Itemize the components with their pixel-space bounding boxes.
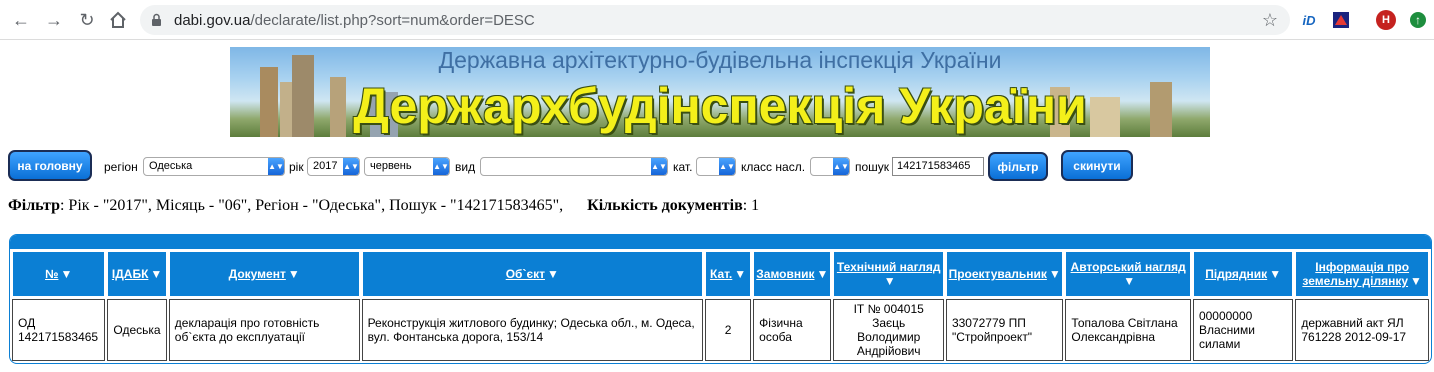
select-arrows-icon: ▲▼	[268, 158, 284, 175]
filter-summary: Фільтр: Рік - "2017", Місяць - "06", Рег…	[8, 197, 759, 215]
filter-summary-label: Фільтр	[8, 197, 60, 214]
type-label: вид	[455, 160, 476, 174]
extension-id-icon[interactable]: iD	[1299, 10, 1319, 30]
class-label: класс насл.	[741, 160, 806, 174]
sort-arrow-icon[interactable]: ▼	[817, 267, 829, 281]
region-select[interactable]: Одеська ▲▼	[143, 157, 285, 176]
sort-arrow-icon[interactable]: ▼	[1269, 267, 1281, 281]
update-icon[interactable]: ↑	[1410, 12, 1426, 28]
sort-arrow-icon[interactable]: ▼	[1410, 274, 1422, 288]
sort-arrow-icon[interactable]: ▼	[734, 267, 746, 281]
banner-title: Держархбудінспекція України	[353, 78, 1087, 134]
type-select[interactable]: ▲▼	[480, 157, 668, 176]
sort-arrow-icon[interactable]: ▼	[884, 274, 896, 288]
profile-avatar[interactable]: H	[1376, 10, 1396, 30]
bookmark-star-icon[interactable]: ☆	[1262, 10, 1278, 31]
lock-icon	[151, 13, 162, 30]
column-header-category[interactable]: Кат. ▼	[704, 251, 752, 297]
sort-arrow-icon[interactable]: ▼	[150, 267, 162, 281]
filter-button[interactable]: фільтр	[988, 152, 1048, 181]
banner-subtitle: Державна архітектурно-будівельна інспекц…	[438, 47, 1002, 73]
search-label: пошук	[855, 160, 890, 174]
column-header-customer[interactable]: Замовник ▼	[753, 251, 832, 297]
column-header-designer[interactable]: Проектувальник ▼	[945, 251, 1064, 297]
column-header-land-info[interactable]: Інформація про земельну ділянку ▼	[1295, 251, 1429, 297]
cell-idabk: Одеська	[107, 299, 167, 361]
cell-tech-supervision: ІТ № 004015 Заєць Володимир Андрійович	[833, 299, 944, 361]
declarations-table: № ▼ ІДАБК ▼ Документ ▼ Об`єкт ▼ Кат. ▼ Замовн…	[9, 234, 1432, 364]
cell-contractor: 00000000 Власними силами	[1192, 299, 1294, 361]
document-count-label: Кількість документів	[587, 197, 743, 214]
cell-customer: Фізична особа	[753, 299, 832, 361]
cell-designer: 33072779 ПП "Стройпроект"	[945, 299, 1064, 361]
home-button[interactable]: на головну	[8, 150, 92, 181]
column-header-tech-supervision[interactable]: Технічний нагляд ▼	[833, 251, 944, 297]
extension-icon[interactable]	[1331, 10, 1351, 30]
cell-author-supervision: Топалова Світлана Олександрівна	[1065, 299, 1191, 361]
column-header-contractor[interactable]: Підрядник ▼	[1192, 251, 1294, 297]
cell-object: Реконструкція житлового будинку; Одеська…	[361, 299, 703, 361]
column-header-document[interactable]: Документ ▼	[168, 251, 360, 297]
sort-arrow-icon[interactable]: ▼	[1049, 267, 1061, 281]
category-select[interactable]: ▲▼	[696, 157, 736, 176]
home-icon[interactable]	[107, 9, 129, 31]
url-text: dabi.gov.ua/declarate/list.php?sort=num&…	[174, 12, 535, 29]
column-header-author-supervision[interactable]: Авторський нагляд ▼	[1065, 251, 1191, 297]
browser-toolbar: ← → ↻ dabi.gov.ua/declarate/list.php?sor…	[0, 0, 1434, 40]
year-label: рік	[289, 160, 304, 174]
site-banner: Державна архітектурно-будівельна інспекц…	[230, 47, 1210, 137]
select-arrows-icon: ▲▼	[433, 158, 449, 175]
cell-num: ОД 142171583465	[12, 299, 106, 361]
select-arrows-icon: ▲▼	[833, 158, 849, 175]
region-label: регіон	[104, 160, 138, 174]
cell-document: декларація про готовність об`єкта до екс…	[168, 299, 360, 361]
sort-arrow-icon[interactable]: ▼	[60, 267, 72, 281]
column-header-num[interactable]: № ▼	[12, 251, 106, 297]
column-header-idabk[interactable]: ІДАБК ▼	[107, 251, 167, 297]
month-select[interactable]: червень ▲▼	[364, 157, 450, 176]
forward-icon[interactable]: →	[43, 9, 65, 31]
column-header-object[interactable]: Об`єкт ▼	[361, 251, 703, 297]
cell-category: 2	[704, 299, 752, 361]
cell-land-info: державний акт ЯЛ 761228 2012-09-17	[1295, 299, 1429, 361]
address-bar[interactable]: dabi.gov.ua/declarate/list.php?sort=num&…	[140, 5, 1290, 35]
sort-arrow-icon[interactable]: ▼	[288, 267, 300, 281]
select-arrows-icon: ▲▼	[719, 158, 735, 175]
document-count-value: : 1	[742, 197, 760, 214]
select-arrows-icon: ▲▼	[343, 158, 359, 175]
category-label: кат.	[673, 160, 693, 174]
filter-summary-text: : Рік - "2017", Місяць - "06", Регіон - …	[59, 197, 564, 214]
back-icon[interactable]: ←	[10, 9, 32, 31]
sort-arrow-icon[interactable]: ▼	[547, 267, 559, 281]
class-select[interactable]: ▲▼	[810, 157, 850, 176]
sort-arrow-icon[interactable]: ▼	[1123, 274, 1135, 288]
table-row: ОД 142171583465 Одеська декларація про г…	[12, 299, 1429, 361]
search-input[interactable]: 142171583465	[892, 157, 984, 176]
select-arrows-icon: ▲▼	[651, 158, 667, 175]
reload-icon[interactable]: ↻	[76, 9, 98, 31]
year-select[interactable]: 2017 ▲▼	[307, 157, 360, 176]
reset-button[interactable]: скинути	[1061, 150, 1133, 181]
